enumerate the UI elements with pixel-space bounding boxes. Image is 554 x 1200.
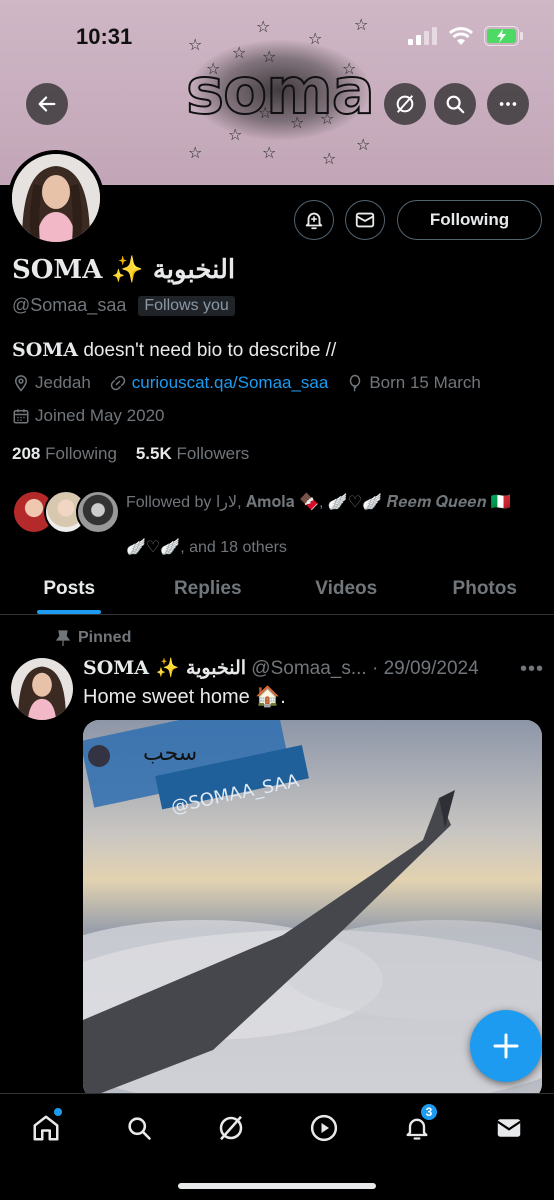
- nav-home[interactable]: [26, 1108, 66, 1148]
- plus-icon: [493, 1033, 519, 1059]
- joined-text: Joined May 2020: [35, 406, 165, 425]
- followed-by-text[interactable]: Followed by لارا, 𝐀𝐦𝐨𝐥𝐚 🍫, 🪽♡🪽 𝑹𝒆𝒆𝒎 𝑸𝒖𝒆𝒆…: [126, 480, 526, 570]
- back-button[interactable]: [26, 83, 68, 125]
- more-dots-icon: [499, 102, 517, 106]
- search-icon: [128, 1117, 151, 1140]
- star-icon: ☆: [320, 111, 335, 128]
- following-count: 208: [12, 444, 41, 463]
- birthday-text: Born 15 March: [369, 373, 481, 392]
- following-count-link[interactable]: 208 Following: [12, 444, 117, 463]
- overlay-arabic-text: سحب: [143, 741, 197, 766]
- avatar-photo: [12, 154, 100, 242]
- status-bar: 10:31: [0, 0, 554, 70]
- tab-photos[interactable]: Photos: [416, 563, 554, 614]
- follows-you-badge: Follows you: [138, 295, 235, 316]
- bio: SOMA doesn't need bio to describe //: [12, 339, 336, 362]
- follow-counts: 208 Following 5.5K Followers: [12, 444, 249, 464]
- joined: Joined May 2020: [12, 406, 164, 426]
- arrow-left-icon: [38, 96, 56, 112]
- search-icon: [446, 95, 465, 114]
- location: Jeddah: [12, 373, 91, 393]
- star-icon: ☆: [258, 105, 273, 122]
- pinned-indicator: Pinned: [56, 629, 131, 647]
- star-icon: ☆: [356, 137, 371, 154]
- display-name: SOMA ✨ النخبوية: [12, 255, 236, 285]
- following-label: Following: [45, 444, 117, 463]
- website: curiouscat.qa/Somaa_saa: [109, 373, 329, 393]
- followers-count-link[interactable]: 5.5K Followers: [136, 444, 249, 463]
- pin-icon: [56, 630, 70, 646]
- nav-search[interactable]: [119, 1108, 159, 1148]
- envelope-icon: [355, 212, 375, 228]
- joined-row: Joined May 2020: [12, 406, 182, 426]
- more-options-button[interactable]: [487, 83, 529, 125]
- home-indicator: [178, 1183, 376, 1189]
- followers-count: 5.5K: [135, 444, 172, 463]
- compose-post-button[interactable]: [470, 1010, 542, 1082]
- tab-posts[interactable]: Posts: [0, 563, 139, 614]
- balloon-icon: [350, 374, 361, 392]
- profile-meta-row: Jeddah curiouscat.qa/Somaa_saa Born 15 M…: [12, 373, 499, 393]
- mutual-avatar: [76, 490, 120, 534]
- grok-button[interactable]: [384, 83, 426, 125]
- calendar-icon: [13, 409, 29, 424]
- user-handle: @Somaa_saa: [12, 295, 127, 315]
- location-pin-icon: [14, 375, 28, 392]
- home-icon: [33, 1115, 59, 1141]
- wifi-icon: [448, 26, 474, 45]
- star-icon: ☆: [290, 115, 305, 132]
- star-icon: ☆: [228, 127, 243, 144]
- birthday: Born 15 March: [346, 373, 481, 393]
- link-icon: [110, 375, 126, 391]
- battery-charging-icon: [484, 26, 523, 46]
- followers-label: Followers: [176, 444, 250, 463]
- followed-by-line-1: Followed by لارا, 𝐀𝐦𝐨𝐥𝐚 🍫, 🪽♡🪽 𝑹𝒆𝒆𝒎 𝑸𝒖𝒆𝒆…: [126, 494, 511, 511]
- grok-icon: [219, 1115, 243, 1141]
- bell-plus-icon: [305, 212, 323, 230]
- post-handle-date: @Somaa_s... · 29/09/2024: [246, 658, 479, 679]
- mutual-followers-avatars[interactable]: [12, 490, 122, 536]
- following-button[interactable]: Following: [397, 200, 542, 240]
- post-header: SOMA ✨ النخبوية @Somaa_s... · 29/09/2024: [83, 656, 479, 680]
- pinned-label: Pinned: [78, 629, 132, 646]
- nav-notifications[interactable]: 3: [397, 1102, 439, 1148]
- bio-text: doesn't need bio to describe //: [78, 340, 337, 361]
- website-link[interactable]: curiouscat.qa/Somaa_saa: [132, 373, 329, 393]
- notifications-badge: 3: [419, 1102, 439, 1122]
- search-button[interactable]: [434, 83, 476, 125]
- post-more-button[interactable]: •••: [520, 658, 544, 681]
- profile-avatar[interactable]: [8, 150, 104, 246]
- star-icon: ☆: [322, 151, 337, 168]
- tab-videos[interactable]: Videos: [277, 563, 416, 614]
- nav-grok[interactable]: [211, 1108, 251, 1148]
- star-icon: ☆: [262, 145, 277, 162]
- message-button[interactable]: [345, 200, 385, 240]
- bio-name: SOMA: [12, 339, 79, 361]
- post-text: Home sweet home 🏠.: [83, 686, 286, 708]
- nav-messages[interactable]: [489, 1108, 529, 1148]
- post-avatar[interactable]: [11, 658, 73, 720]
- envelope-icon: [497, 1119, 521, 1137]
- grok-icon: [396, 95, 414, 113]
- location-text: Jeddah: [35, 373, 91, 392]
- cellular-signal-icon: [408, 27, 437, 45]
- nav-video[interactable]: [304, 1108, 344, 1148]
- notifications-subscribe-button[interactable]: [294, 200, 334, 240]
- handle-row: @Somaa_saa Follows you: [12, 295, 235, 316]
- status-icons: [408, 26, 524, 46]
- tab-replies[interactable]: Replies: [139, 563, 278, 614]
- status-time: 10:31: [76, 24, 133, 49]
- post-author[interactable]: SOMA ✨ النخبوية: [83, 657, 246, 679]
- star-icon: ☆: [188, 145, 203, 162]
- profile-tabs: Posts Replies Videos Photos: [0, 563, 554, 615]
- play-circle-icon: [310, 1114, 338, 1142]
- home-new-dot: [54, 1108, 62, 1116]
